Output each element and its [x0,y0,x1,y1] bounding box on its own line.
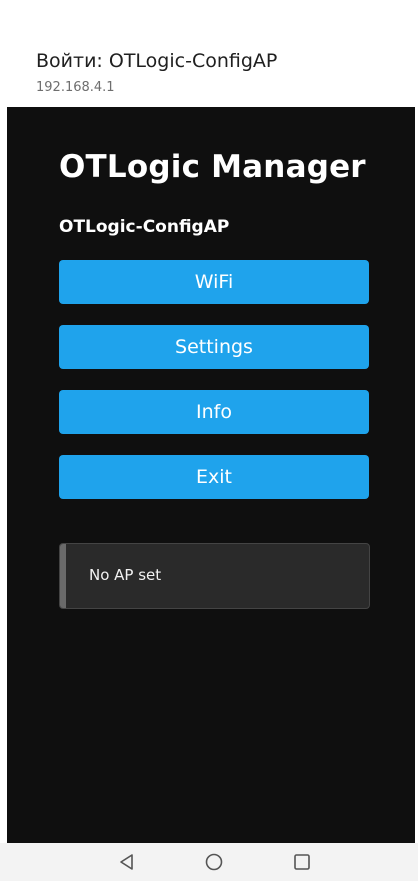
status-message: No AP set [89,566,162,584]
ap-name: OTLogic-ConfigAP [59,217,230,237]
exit-button[interactable]: Exit [59,455,369,499]
header-title: Войти: OTLogic-ConfigAP [36,50,278,72]
back-icon[interactable] [116,851,138,873]
page-title: OTLogic Manager [59,149,366,185]
home-icon[interactable] [203,851,225,873]
message-accent-bar [60,544,66,608]
wifi-button[interactable]: WiFi [59,260,369,304]
captive-portal-header: Войти: OTLogic-ConfigAP 192.168.4.1 [0,0,418,107]
status-message-box: No AP set [59,543,370,609]
web-content: OTLogic Manager OTLogic-ConfigAP WiFi Se… [7,107,415,843]
left-edge [0,107,7,843]
recent-apps-icon[interactable] [291,851,313,873]
navigation-bar [0,843,418,881]
settings-button[interactable]: Settings [59,325,369,369]
info-button[interactable]: Info [59,390,369,434]
header-url: 192.168.4.1 [36,80,115,95]
